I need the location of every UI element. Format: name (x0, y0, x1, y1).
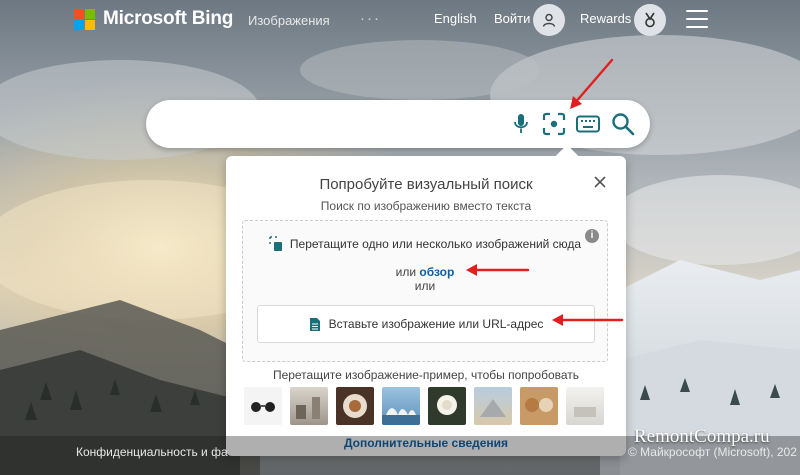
sample-opera-house[interactable] (382, 387, 420, 425)
brand-name: Microsoft Bing (103, 8, 234, 29)
signin-link[interactable]: Войти (494, 11, 530, 26)
sample-pyramid[interactable] (474, 387, 512, 425)
microphone-icon[interactable] (508, 111, 534, 137)
search-input[interactable] (166, 112, 510, 138)
sample-images-label: Перетащите изображение-пример, чтобы поп… (272, 368, 580, 382)
drag-text: Перетащите одно или несколько изображени… (289, 237, 582, 251)
microsoft-logo-icon (74, 8, 95, 30)
or-browse-row: или обзор (243, 265, 607, 279)
paste-image-url-button[interactable]: Вставьте изображение или URL-адрес (257, 305, 595, 343)
sample-rose[interactable] (428, 387, 466, 425)
sample-food-plate[interactable] (336, 387, 374, 425)
bing-logo[interactable]: Microsoft Bing (74, 8, 233, 30)
browse-link[interactable]: обзор (419, 265, 454, 279)
close-icon[interactable] (592, 174, 608, 190)
or-label-2: или (414, 279, 436, 293)
visual-search-icon[interactable] (541, 111, 567, 137)
image-drop-zone[interactable]: i Перетащите одно или несколько изображе… (242, 220, 608, 362)
sample-interior[interactable] (290, 387, 328, 425)
document-icon (309, 317, 320, 331)
popup-title: Попробуйте визуальный поиск (319, 176, 533, 193)
nav-images-link[interactable]: Изображения (248, 13, 330, 28)
drag-hint: Перетащите одно или несколько изображени… (243, 236, 607, 252)
site-watermark: RemontCompa.ru (634, 426, 770, 447)
popup-subtitle: Поиск по изображению вместо текста (320, 199, 532, 213)
search-box (146, 100, 650, 148)
sample-dogs[interactable] (520, 387, 558, 425)
sample-images-row (244, 387, 604, 425)
top-header: Microsoft Bing Изображения ··· English В… (0, 0, 800, 40)
sample-sunglasses[interactable] (244, 387, 282, 425)
sample-room[interactable] (566, 387, 604, 425)
language-link[interactable]: English (434, 11, 477, 26)
more-options-icon[interactable]: ··· (360, 10, 381, 27)
paste-button-label: Вставьте изображение или URL-адрес (328, 317, 544, 331)
visual-search-panel: Попробуйте визуальный поиск Поиск по изо… (226, 144, 626, 456)
hamburger-menu-icon[interactable] (686, 10, 708, 28)
privacy-link[interactable]: Конфиденциальность и фа (76, 445, 228, 459)
keyboard-icon[interactable] (575, 111, 601, 137)
search-icon[interactable] (610, 111, 636, 137)
or-label: или (395, 265, 417, 279)
rewards-link[interactable]: Rewards (580, 11, 631, 26)
rewards-trophy-icon[interactable] (634, 4, 666, 36)
drag-image-icon (269, 236, 282, 251)
user-icon[interactable] (533, 4, 565, 36)
